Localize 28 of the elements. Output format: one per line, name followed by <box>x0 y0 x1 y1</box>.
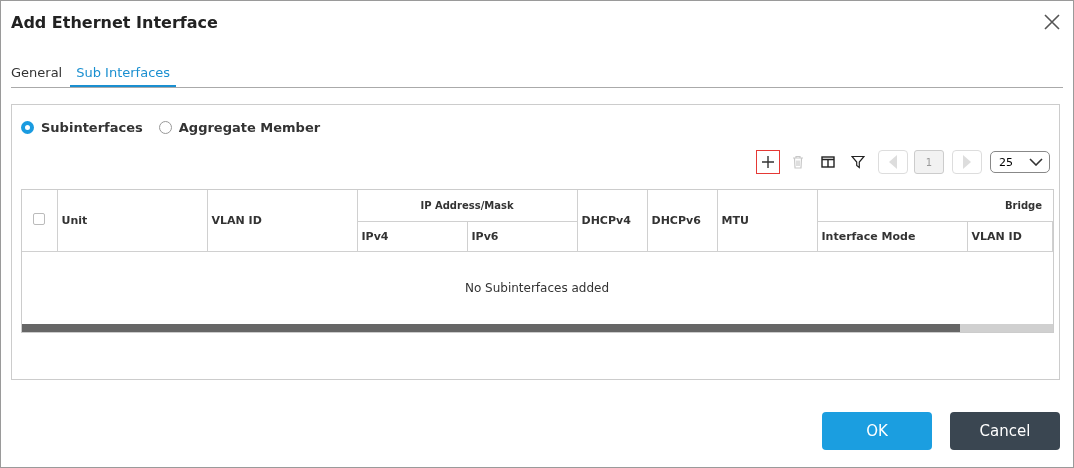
column-group-header: Bridge <box>817 190 1052 221</box>
chevron-down-icon <box>1029 158 1043 166</box>
tab[interactable]: Sub Interfaces <box>70 59 177 87</box>
horizontal-scrollbar[interactable] <box>22 324 1053 332</box>
select-all-checkbox[interactable] <box>33 213 46 225</box>
close-icon[interactable] <box>1043 13 1061 31</box>
column-header[interactable]: IPv4 <box>357 221 467 252</box>
column-header[interactable]: DHCPv4 <box>577 190 647 252</box>
add-icon[interactable] <box>756 150 780 174</box>
column-header[interactable]: VLAN ID <box>207 190 357 252</box>
cancel-button[interactable]: Cancel <box>950 412 1060 450</box>
radio-option[interactable]: Aggregate Member <box>158 118 321 136</box>
empty-message: No Subinterfaces added <box>464 281 610 295</box>
radio-label: Subinterfaces <box>41 119 143 135</box>
column-header[interactable]: VLAN ID <box>967 221 1052 252</box>
column-header[interactable]: MTU <box>717 190 817 252</box>
left-triangle-icon <box>889 155 897 169</box>
column-header[interactable]: Unit <box>57 190 207 252</box>
right-triangle-icon <box>963 155 971 169</box>
radio-button[interactable] <box>21 120 34 134</box>
column-group-header: IP Address/Mask <box>357 190 577 221</box>
column-header[interactable]: DHCPv6 <box>647 190 717 252</box>
radio-option[interactable]: Subinterfaces <box>21 118 143 136</box>
page-size-dropdown[interactable]: 25 <box>990 151 1050 173</box>
window-title: Add Ethernet Interface <box>11 12 218 32</box>
tab[interactable]: General <box>11 59 65 87</box>
column-header[interactable]: Interface Mode <box>817 221 967 252</box>
radio-label: Aggregate Member <box>178 119 321 135</box>
